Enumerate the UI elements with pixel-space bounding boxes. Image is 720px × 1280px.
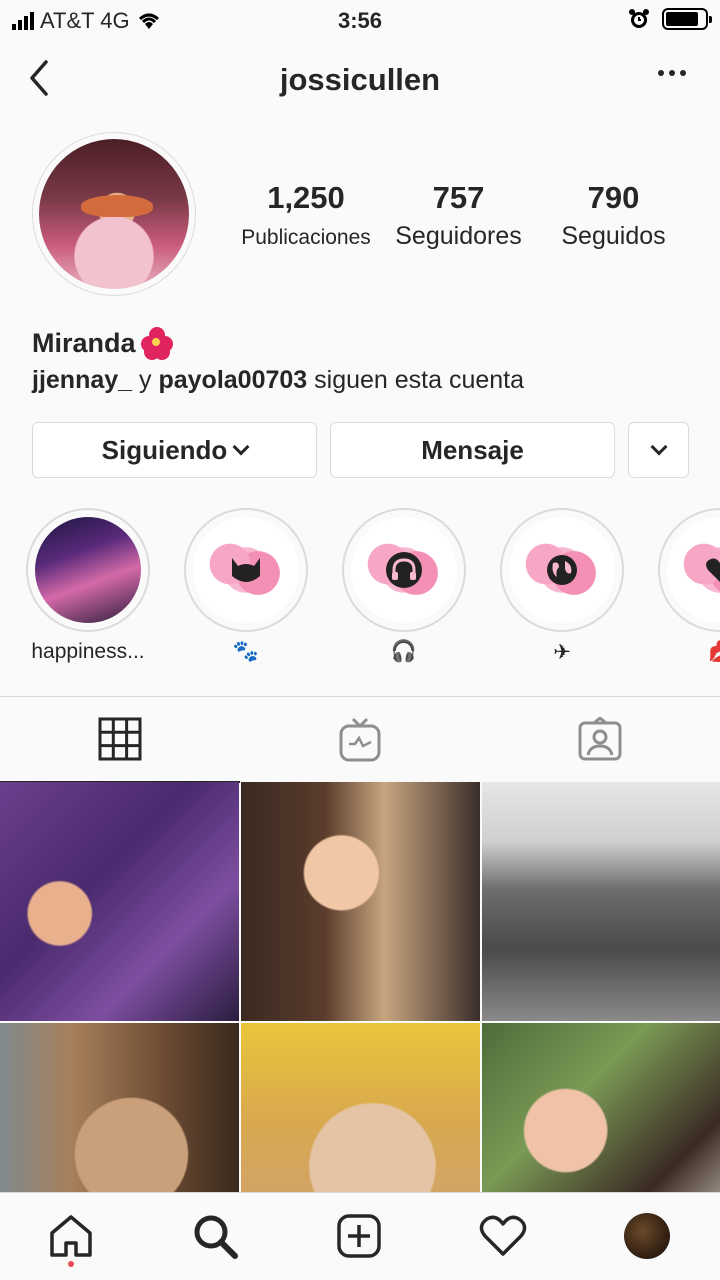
profile-avatar[interactable] xyxy=(32,132,196,296)
tab-tagged[interactable] xyxy=(480,697,720,783)
igtv-icon xyxy=(339,717,381,762)
post-thumbnail[interactable] xyxy=(0,782,239,1021)
posts-label: Publicaciones xyxy=(241,226,371,249)
followers-stat[interactable]: 757 Seguidores xyxy=(386,180,531,251)
follower-user-2[interactable]: payola00703 xyxy=(158,366,307,394)
followed-by[interactable]: jjennay_ y payola00703 siguen esta cuent… xyxy=(32,366,524,395)
followers-count: 757 xyxy=(432,180,485,215)
hibiscus-icon xyxy=(140,326,174,360)
follower-user-1[interactable]: jjennay_ xyxy=(32,366,132,394)
avatar xyxy=(624,1213,670,1259)
more-horizontal-icon[interactable] xyxy=(658,70,686,76)
activity-tab[interactable] xyxy=(478,1211,528,1261)
story-highlight[interactable]: happiness... xyxy=(26,508,150,664)
alarm-icon xyxy=(629,9,649,28)
highlight-label: 🎧 xyxy=(390,640,418,663)
grid-icon xyxy=(98,717,142,761)
message-button[interactable]: Mensaje xyxy=(330,422,615,478)
tagged-icon xyxy=(578,717,622,761)
highlight-label: 💋 xyxy=(658,640,720,664)
highlight-label: 🐾 xyxy=(232,640,260,663)
chevron-down-icon xyxy=(232,438,250,456)
post-thumbnail[interactable] xyxy=(482,782,720,1021)
tab-igtv[interactable] xyxy=(240,697,480,783)
followers-label: Seguidores xyxy=(395,222,522,250)
clock: 3:56 xyxy=(337,8,383,33)
posts-grid xyxy=(0,782,720,1262)
display-name: Miranda xyxy=(32,327,136,358)
heart-icon xyxy=(706,558,720,582)
notification-dot xyxy=(68,1261,74,1267)
following-button-label: Siguiendo xyxy=(101,434,228,465)
battery-icon xyxy=(662,8,712,30)
suggestions-dropdown-button[interactable] xyxy=(628,422,689,478)
status-bar: AT&T 4G 3:56 xyxy=(0,0,720,40)
following-button[interactable]: Siguiendo xyxy=(32,422,317,478)
search-icon xyxy=(194,1215,238,1259)
story-highlight[interactable]: 💋 xyxy=(658,508,720,664)
posts-count: 1,250 xyxy=(267,180,345,215)
profile-tabs xyxy=(0,696,720,783)
story-highlight[interactable]: ✈ xyxy=(500,508,624,665)
home-tab[interactable] xyxy=(46,1211,96,1261)
home-icon xyxy=(50,1215,92,1257)
cat-icon xyxy=(232,558,260,582)
profile-username: jossicullen xyxy=(279,62,441,97)
following-count: 790 xyxy=(587,180,640,215)
posts-stat[interactable]: 1,250 Publicaciones xyxy=(226,180,386,250)
add-icon xyxy=(337,1214,381,1258)
add-post-tab[interactable] xyxy=(334,1211,384,1261)
story-highlight[interactable]: 🐾 xyxy=(184,508,308,664)
search-tab[interactable] xyxy=(190,1211,240,1261)
highlight-label: happiness... xyxy=(31,640,145,663)
following-label: Seguidos xyxy=(561,222,666,250)
post-thumbnail[interactable] xyxy=(241,782,480,1021)
message-button-label: Mensaje xyxy=(421,434,524,465)
headphones-icon xyxy=(386,552,422,588)
highlight-label: ✈ xyxy=(553,641,571,664)
highlight-cover-photo xyxy=(35,517,141,623)
profile-name: Miranda xyxy=(32,326,174,360)
top-nav: jossicullen xyxy=(0,48,720,112)
following-stat[interactable]: 790 Seguidos xyxy=(541,180,686,251)
bottom-tab-bar xyxy=(0,1192,720,1280)
chevron-down-icon xyxy=(650,438,667,456)
tab-grid[interactable] xyxy=(0,697,240,783)
profile-tab[interactable] xyxy=(622,1211,672,1261)
globe-icon xyxy=(547,555,577,585)
heart-icon xyxy=(479,1215,527,1256)
story-highlight[interactable]: 🎧 xyxy=(342,508,466,664)
